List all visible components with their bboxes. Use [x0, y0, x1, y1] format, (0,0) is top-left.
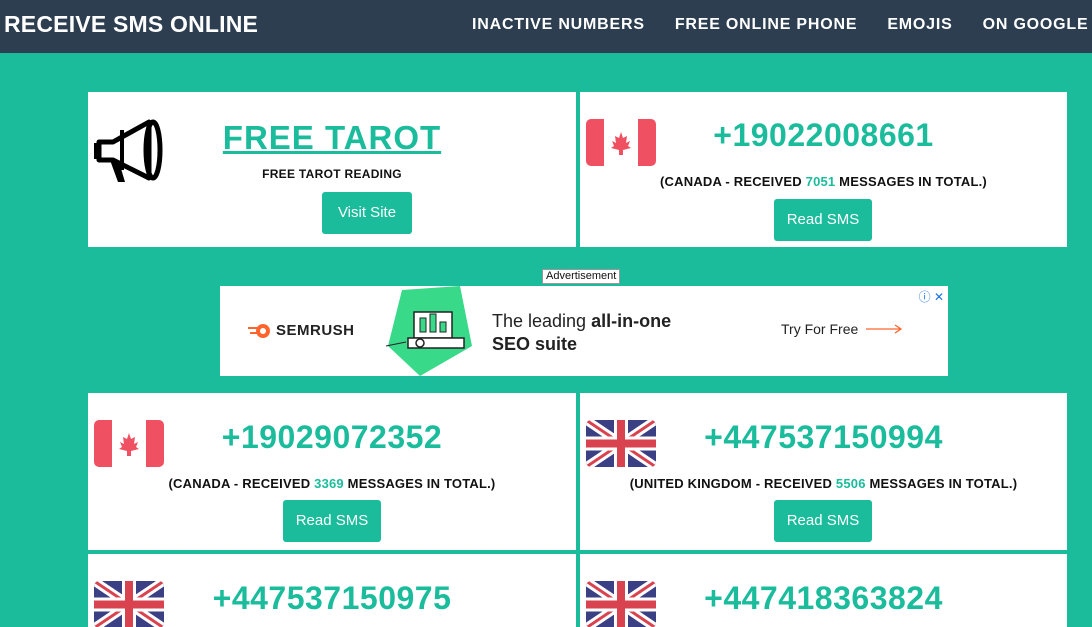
number-info: (CANADA - RECEIVED 3369 MESSAGES IN TOTA… — [168, 476, 496, 491]
ad-headline: The leading all-in-one SEO suite — [492, 311, 672, 354]
phone-number-link[interactable]: +447418363824 — [580, 580, 1067, 617]
number-info: (CANADA - RECEIVED 7051 MESSAGES IN TOTA… — [660, 174, 987, 189]
ad-illustration-icon — [385, 286, 472, 376]
semrush-logo: SEMRUSH — [248, 322, 355, 339]
read-sms-button[interactable]: Read SMS — [283, 500, 381, 542]
visit-site-button[interactable]: Visit Site — [322, 192, 412, 234]
ad-banner[interactable]: SEMRUSH The leading all-in-one SEO suite… — [220, 286, 948, 376]
promo-card: FREE TAROT FREE TAROT READING Visit Site — [88, 92, 576, 247]
read-sms-button[interactable]: Read SMS — [774, 500, 872, 542]
number-card: +447537150994 (UNITED KINGDOM - RECEIVED… — [580, 393, 1067, 550]
number-card: +19022008661 (CANADA - RECEIVED 7051 MES… — [580, 92, 1067, 247]
nav-on-google[interactable]: ON GOOGLE — [983, 16, 1089, 34]
message-count: 3369 — [314, 476, 344, 491]
ad-choices-icon[interactable]: ⓘ ✕ — [919, 288, 944, 305]
ad-cta-link[interactable]: Try For Free — [781, 321, 904, 337]
read-sms-button[interactable]: Read SMS — [774, 199, 872, 241]
phone-number-link[interactable]: +447537150975 — [88, 580, 576, 617]
number-info: (UNITED KINGDOM - RECEIVED 5506 MESSAGES… — [629, 476, 1018, 491]
phone-number-link[interactable]: +447537150994 — [580, 419, 1067, 456]
number-card: +19029072352 (CANADA - RECEIVED 3369 MES… — [88, 393, 576, 550]
brand-logo[interactable]: RECEIVE SMS ONLINE — [4, 11, 258, 38]
message-count: 7051 — [805, 174, 836, 189]
nav-emojis[interactable]: EMOJIS — [887, 16, 952, 34]
top-navbar: RECEIVE SMS ONLINE INACTIVE NUMBERS FREE… — [0, 0, 1092, 53]
phone-number-link[interactable]: +19029072352 — [88, 419, 576, 456]
phone-number-link[interactable]: +19022008661 — [580, 117, 1067, 154]
message-count: 5506 — [835, 476, 866, 491]
promo-title-link[interactable]: FREE TAROT — [88, 119, 576, 157]
promo-subtitle: FREE TAROT READING — [262, 167, 402, 181]
nav-menu: INACTIVE NUMBERS FREE ONLINE PHONE EMOJI… — [472, 16, 1092, 38]
arrow-right-icon — [866, 324, 903, 334]
nav-inactive-numbers[interactable]: INACTIVE NUMBERS — [472, 16, 645, 34]
number-card: +447418363824 — [580, 554, 1067, 627]
ad-label: Advertisement — [542, 269, 621, 284]
number-card: +447537150975 — [88, 554, 576, 627]
nav-free-online-phone[interactable]: FREE ONLINE PHONE — [675, 16, 858, 34]
semrush-flame-icon — [248, 323, 270, 338]
